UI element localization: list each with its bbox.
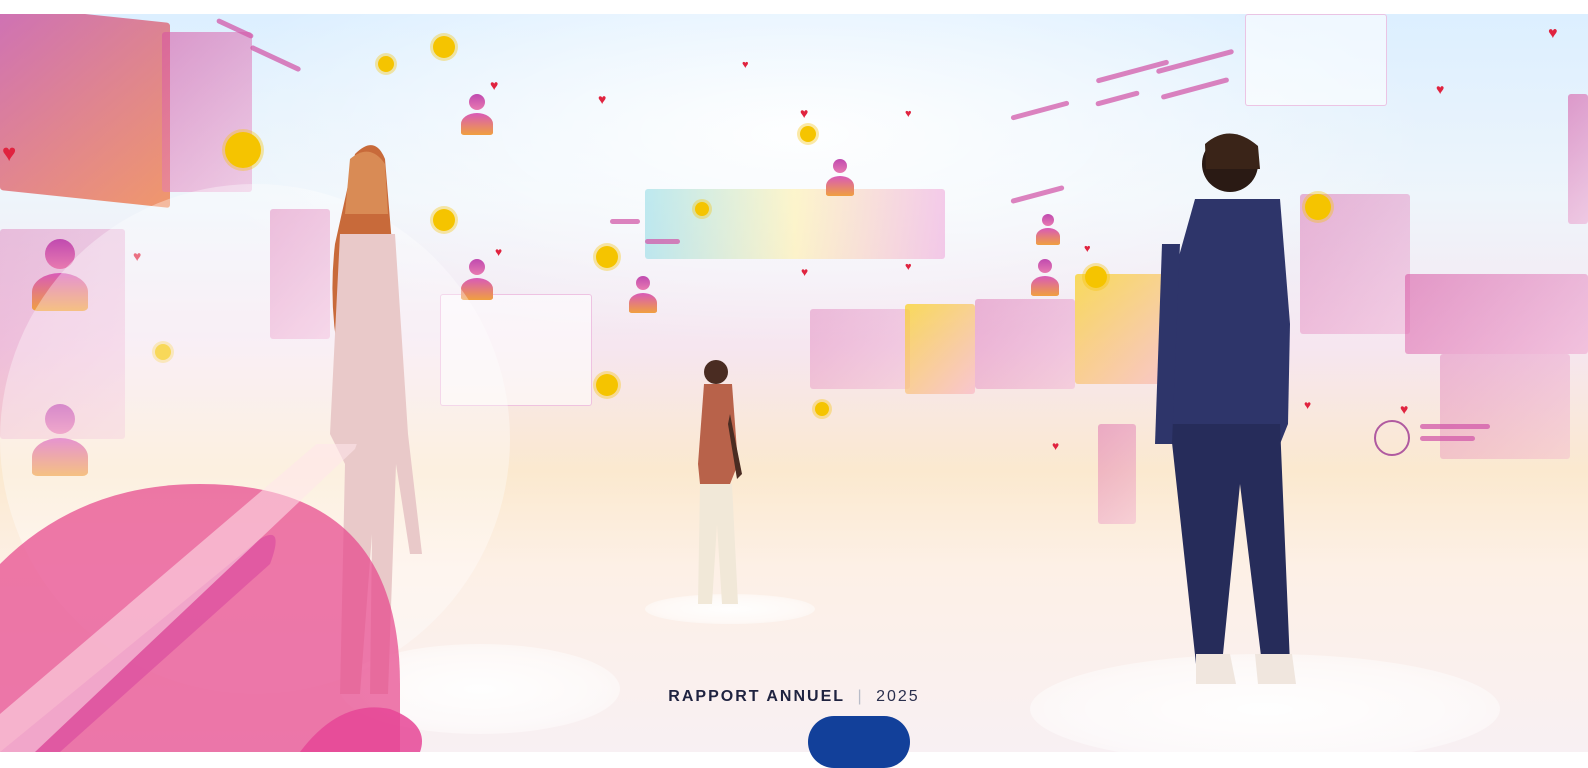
floating-bar	[1010, 100, 1070, 121]
floating-panel	[810, 309, 910, 389]
person-center	[698, 360, 742, 604]
avatar-icon	[1030, 259, 1060, 299]
user-icon	[596, 374, 618, 396]
heart-icon: ♥	[905, 108, 912, 120]
cover-image: ♥ ♥ ♥ ♥ ♥ ♥ ♥ ♥ ♥ ♥ ♥ ♥ ♥ ♥ ♥ ♥	[0, 14, 1588, 752]
heart-icon: ♥	[1084, 243, 1091, 255]
heart-icon: ♥	[1548, 25, 1558, 42]
avatar-icon	[628, 276, 658, 316]
user-outline-icon	[1374, 420, 1410, 456]
person-man-right	[1155, 133, 1296, 684]
floating-bar	[645, 239, 680, 244]
report-year: 2025	[876, 688, 920, 705]
heart-icon: ♥	[2, 140, 17, 167]
heart-icon: ♥	[1400, 401, 1409, 417]
floating-panel	[1098, 424, 1136, 524]
floating-bar	[1095, 90, 1140, 107]
floating-bar	[610, 219, 640, 224]
user-icon	[800, 126, 816, 142]
avatar-icon	[1035, 214, 1061, 248]
report-title: RAPPORT ANNUEL | 2025	[0, 688, 1588, 706]
floating-bar	[249, 44, 302, 73]
heart-icon: ♥	[800, 105, 809, 121]
heart-icon: ♥	[742, 59, 749, 71]
floating-panel	[1568, 94, 1588, 224]
user-icon	[378, 56, 394, 72]
report-title-text: RAPPORT ANNUEL	[668, 688, 846, 705]
floating-panel	[162, 32, 252, 192]
avatar-icon	[825, 159, 855, 199]
next-page-button[interactable]	[808, 716, 910, 768]
heart-icon: ♥	[495, 245, 503, 259]
user-icon	[695, 202, 709, 216]
user-icon	[815, 402, 829, 416]
title-separator: |	[857, 688, 864, 705]
heart-icon: ♥	[905, 261, 912, 273]
floating-panel	[0, 14, 170, 208]
heart-icon: ♥	[801, 265, 809, 279]
avatar-icon	[460, 94, 494, 139]
floating-panel	[975, 299, 1075, 389]
floating-bar	[1420, 424, 1490, 429]
user-icon	[225, 132, 261, 168]
user-icon	[596, 246, 618, 268]
floating-panel	[1245, 14, 1387, 106]
floating-panel	[645, 189, 945, 259]
floating-bar	[1160, 77, 1230, 100]
floating-panel	[1405, 274, 1588, 354]
user-icon	[1085, 266, 1107, 288]
floating-bar	[1010, 184, 1065, 205]
floating-bar	[1420, 436, 1475, 441]
user-icon	[433, 36, 455, 58]
floating-panel	[1440, 354, 1570, 459]
floating-panel	[905, 304, 975, 394]
heart-icon: ♥	[490, 77, 499, 93]
heart-icon: ♥	[1436, 81, 1445, 97]
heart-icon: ♥	[598, 91, 607, 107]
heart-icon: ♥	[1052, 439, 1060, 453]
